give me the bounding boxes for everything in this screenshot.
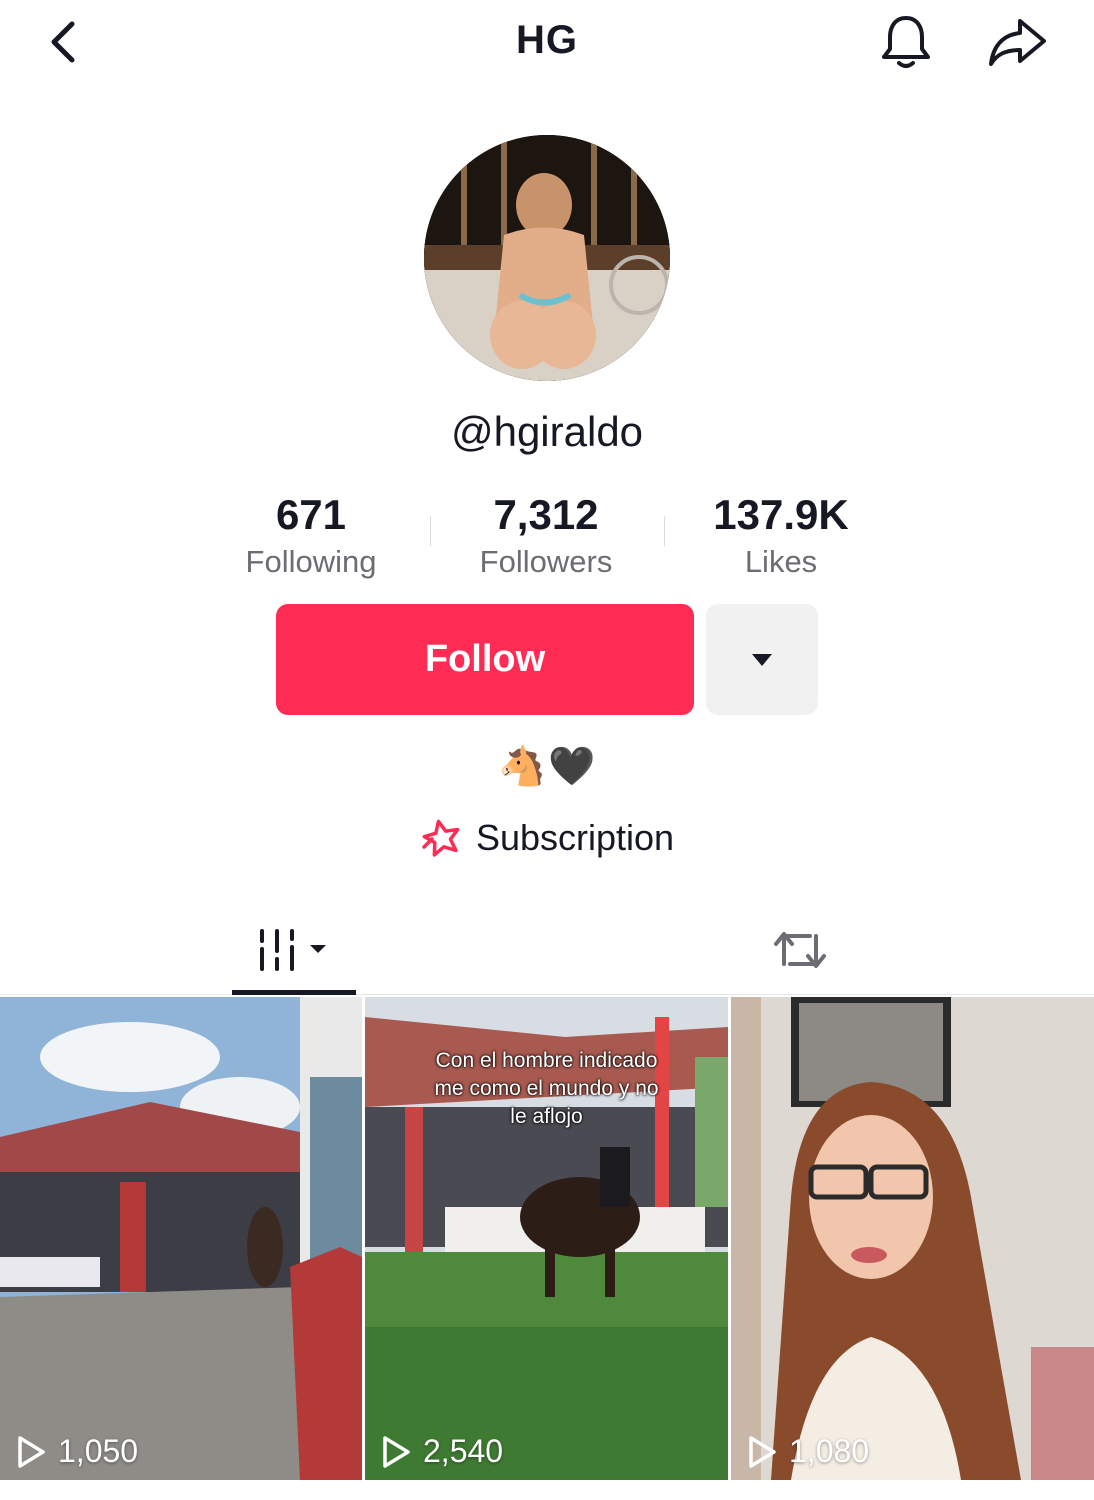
avatar-image [424, 135, 670, 381]
play-icon [383, 1435, 410, 1468]
stat-divider [664, 516, 665, 546]
stat-likes[interactable]: 137.9K Likes [671, 490, 891, 580]
stat-followers[interactable]: 7,312 Followers [436, 490, 656, 580]
content-tabs [0, 905, 1094, 995]
stat-value: 7,312 [493, 491, 599, 538]
video-thumbnail[interactable]: 1,080 [731, 997, 1094, 1480]
suggested-accounts-button[interactable] [706, 604, 818, 715]
repost-icon [774, 932, 826, 968]
video-thumbnail[interactable]: Con el hombre indicado me como el mundo … [365, 997, 728, 1480]
top-navigation-bar: HG [0, 0, 1094, 90]
share-icon [989, 19, 1046, 66]
view-count: 1,080 [789, 1433, 870, 1469]
horse-emoji: 🐴 [498, 746, 546, 788]
bell-icon [882, 16, 930, 68]
stat-label: Likes [744, 544, 818, 579]
play-count: 2,540 [381, 1433, 503, 1470]
video-grid: 1,050 Con el hombre indicado me como el … [0, 997, 1094, 1480]
caret-down-icon [752, 653, 772, 666]
view-count: 1,050 [58, 1433, 139, 1469]
notification-button[interactable] [876, 12, 936, 72]
stat-value: 671 [275, 491, 347, 538]
follow-button[interactable]: Follow [276, 604, 694, 715]
play-icon [18, 1435, 45, 1468]
profile-stats: 671 Following 7,312 Followers 137.9K Lik… [0, 490, 1094, 590]
subscription-label: Subscription [475, 817, 675, 858]
tab-reposts[interactable] [740, 905, 860, 995]
profile-username: @hgiraldo [450, 408, 644, 455]
video-thumbnail-image [731, 997, 1094, 1480]
star-badge-icon [422, 819, 460, 857]
stat-value: 137.9K [713, 491, 849, 538]
profile-avatar[interactable] [424, 135, 670, 381]
play-icon [749, 1435, 776, 1468]
video-caption: Con el hombre indicado me como el mundo … [434, 1049, 659, 1128]
tab-videos[interactable] [232, 905, 356, 995]
stat-label: Following [245, 544, 377, 579]
stat-divider [430, 516, 431, 546]
video-thumbnail-image [0, 997, 362, 1480]
active-tab-indicator [232, 990, 356, 995]
profile-bio: 🐴 🖤 [0, 742, 1094, 792]
stat-label: Followers [479, 544, 613, 579]
view-count: 2,540 [423, 1433, 504, 1469]
black-heart-emoji: 🖤 [548, 746, 596, 788]
play-count: 1,080 [747, 1433, 869, 1470]
grid-columns-icon [260, 929, 326, 971]
share-button[interactable] [984, 12, 1050, 72]
subscription-link[interactable]: Subscription [0, 812, 1094, 864]
play-count: 1,050 [16, 1433, 138, 1470]
video-thumbnail[interactable]: 1,050 [0, 997, 362, 1480]
stat-following[interactable]: 671 Following [201, 490, 421, 580]
